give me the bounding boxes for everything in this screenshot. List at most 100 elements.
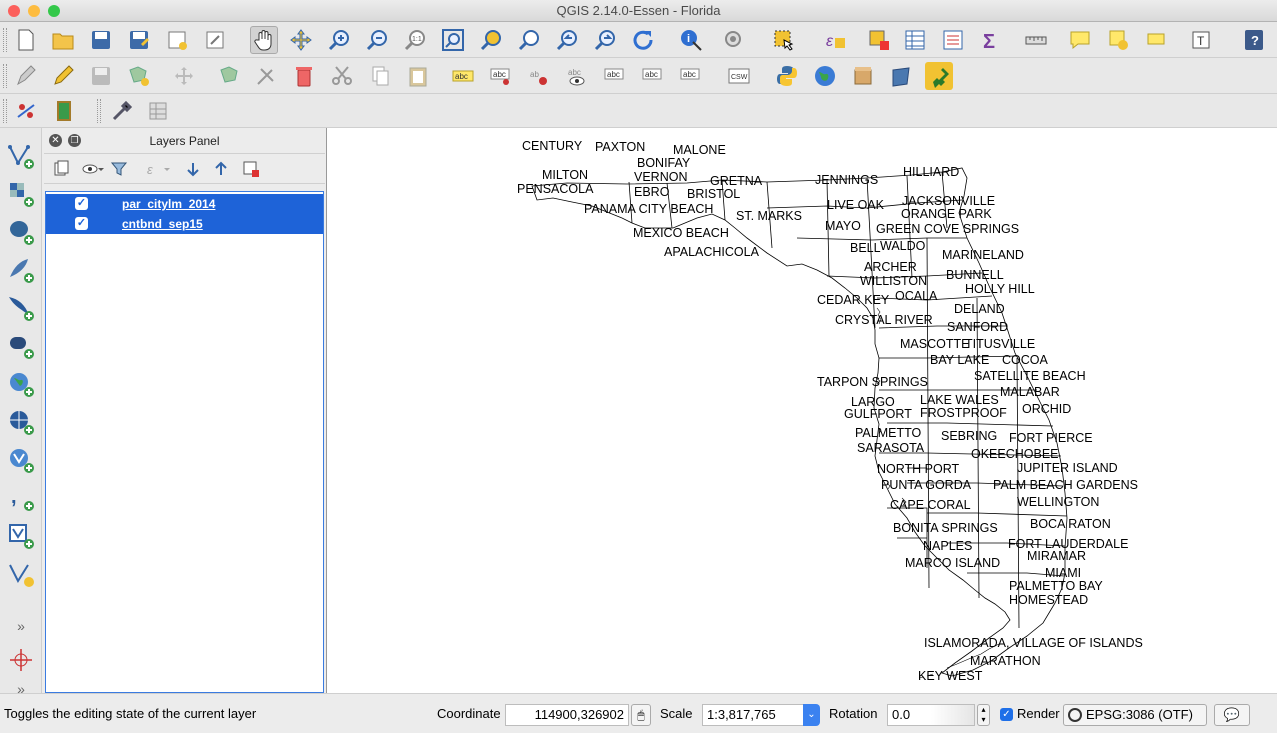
delete-selected-icon[interactable] (252, 62, 280, 90)
save-edits-icon[interactable] (87, 62, 115, 90)
more-icon[interactable]: » (5, 610, 37, 642)
rotation-field[interactable]: 0.0 (887, 704, 975, 726)
composer-manager-icon[interactable] (201, 26, 229, 54)
select-by-expression-icon[interactable]: ε (821, 26, 849, 54)
zoom-last-icon[interactable] (553, 26, 581, 54)
coordinate-field[interactable]: 114900,326902 (505, 704, 629, 726)
label-toolbar-icon[interactable]: abc (449, 62, 477, 90)
toggle-extents-icon[interactable]: 🖱 (631, 704, 651, 726)
identify-icon[interactable]: i (677, 26, 705, 54)
refresh-icon[interactable] (629, 26, 657, 54)
pan-to-selection-icon[interactable] (287, 26, 315, 54)
zoom-to-selection-icon[interactable] (477, 26, 505, 54)
messages-button[interactable]: 💬 (1214, 704, 1250, 726)
rotate-label-icon[interactable]: abc (639, 62, 667, 90)
statistical-summary-icon[interactable]: Σ (977, 26, 1005, 54)
new-project-icon[interactable] (12, 26, 40, 54)
text-annotation-icon[interactable]: T (1188, 26, 1216, 54)
toolbar-grip[interactable] (3, 64, 7, 88)
node-tool-icon[interactable] (216, 62, 244, 90)
filter-by-expression-icon[interactable]: ε (146, 160, 172, 178)
layer-visibility-checkbox[interactable]: ✓ (75, 197, 88, 210)
zoom-actual-icon[interactable]: 1:1 (401, 26, 429, 54)
manage-visibility-icon[interactable] (82, 160, 104, 178)
zoom-in-icon[interactable] (325, 26, 353, 54)
add-group-icon[interactable] (52, 160, 70, 178)
add-wfs-layer-icon[interactable] (5, 444, 37, 476)
wrench-icon[interactable] (108, 97, 136, 125)
globe-icon[interactable] (811, 62, 839, 90)
collapse-all-icon[interactable] (212, 160, 230, 178)
layer-icon[interactable] (50, 97, 78, 125)
open-project-icon[interactable] (49, 26, 77, 54)
filter-legend-icon[interactable] (110, 160, 128, 178)
rotation-spinner-icon[interactable]: ▴ ▾ (977, 704, 990, 726)
minimize-window-button[interactable] (28, 5, 40, 17)
show-bookmarks-icon[interactable] (1142, 26, 1170, 54)
georeferencer-icon[interactable] (887, 62, 915, 90)
move-label-icon[interactable]: abc (601, 62, 629, 90)
pin-labels-icon[interactable]: abc (487, 62, 515, 90)
new-print-composer-icon[interactable] (163, 26, 191, 54)
add-postgis-layer-icon[interactable] (5, 216, 37, 248)
python-console-icon[interactable] (773, 62, 801, 90)
add-virtual-layer-icon[interactable] (5, 520, 37, 552)
remove-layer-icon[interactable] (242, 160, 260, 178)
delete-selected-icon[interactable] (290, 62, 318, 90)
expand-all-icon[interactable] (184, 160, 202, 178)
show-hide-labels-icon[interactable]: abc (563, 62, 591, 90)
close-window-button[interactable] (8, 5, 20, 17)
highlight-pinned-icon[interactable]: ab (525, 62, 553, 90)
field-calculator-icon[interactable] (939, 26, 967, 54)
toolbar-grip[interactable] (3, 99, 7, 123)
layer-visibility-checkbox[interactable]: ✓ (75, 217, 88, 230)
add-delimited-text-icon[interactable]: , (5, 482, 37, 514)
measure-icon[interactable] (1022, 26, 1050, 54)
add-spatialite-layer-icon[interactable] (5, 254, 37, 286)
new-bookmark-icon[interactable] (1104, 26, 1132, 54)
select-features-icon[interactable] (770, 26, 798, 54)
run-action-icon[interactable] (720, 26, 748, 54)
zoom-to-layer-icon[interactable] (515, 26, 543, 54)
crs-button[interactable]: EPSG:3086 (OTF) (1063, 704, 1207, 726)
current-edits-icon[interactable] (12, 62, 40, 90)
db-manager-icon[interactable] (849, 62, 877, 90)
csw-icon[interactable]: CSW (725, 62, 753, 90)
deselect-icon[interactable] (865, 26, 893, 54)
scale-combo[interactable]: 1:3,817,765 (702, 704, 804, 726)
add-mssql-layer-icon[interactable] (5, 292, 37, 324)
zoom-out-icon[interactable] (363, 26, 391, 54)
layer-row-par-citylm[interactable]: ✓ par_citylm_2014 (46, 194, 323, 214)
move-feature-icon[interactable] (170, 62, 198, 90)
add-feature-icon[interactable] (125, 62, 153, 90)
new-shapefile-icon[interactable] (5, 558, 37, 590)
add-wcs-layer-icon[interactable] (5, 406, 37, 438)
zoom-full-icon[interactable] (439, 26, 467, 54)
toolbar-grip[interactable] (97, 99, 101, 123)
scale-dropdown-icon[interactable]: ⌄ (803, 704, 820, 726)
capture-point-icon[interactable] (5, 644, 37, 676)
paste-features-icon[interactable] (404, 62, 432, 90)
cut-features-icon[interactable] (328, 62, 356, 90)
toolbar-grip[interactable] (3, 28, 7, 52)
help-icon[interactable]: ? (1240, 26, 1268, 54)
table-icon[interactable] (144, 97, 172, 125)
plugin-icon[interactable] (925, 62, 953, 90)
gps-icon[interactable] (12, 97, 40, 125)
layer-row-cntbnd[interactable]: ✓ cntbnd_sep15 (46, 214, 323, 234)
save-as-icon[interactable] (125, 26, 153, 54)
toggle-editing-icon[interactable] (49, 62, 77, 90)
change-label-icon[interactable]: abc (677, 62, 705, 90)
map-tips-icon[interactable] (1066, 26, 1094, 54)
add-vector-layer-icon[interactable] (5, 140, 37, 172)
render-checkbox[interactable]: ✓ (1000, 708, 1013, 721)
map-canvas[interactable]: CENTURY PAXTON MALONE BONIFAY MILTON VERNON GR… (326, 128, 1277, 693)
add-wms-layer-icon[interactable] (5, 368, 37, 400)
add-oracle-layer-icon[interactable] (5, 330, 37, 362)
save-project-icon[interactable] (87, 26, 115, 54)
panel-float-icon[interactable]: ❐ (68, 134, 81, 147)
zoom-next-icon[interactable] (591, 26, 619, 54)
pan-icon[interactable] (250, 26, 278, 54)
zoom-window-button[interactable] (48, 5, 60, 17)
attribute-table-icon[interactable] (901, 26, 929, 54)
